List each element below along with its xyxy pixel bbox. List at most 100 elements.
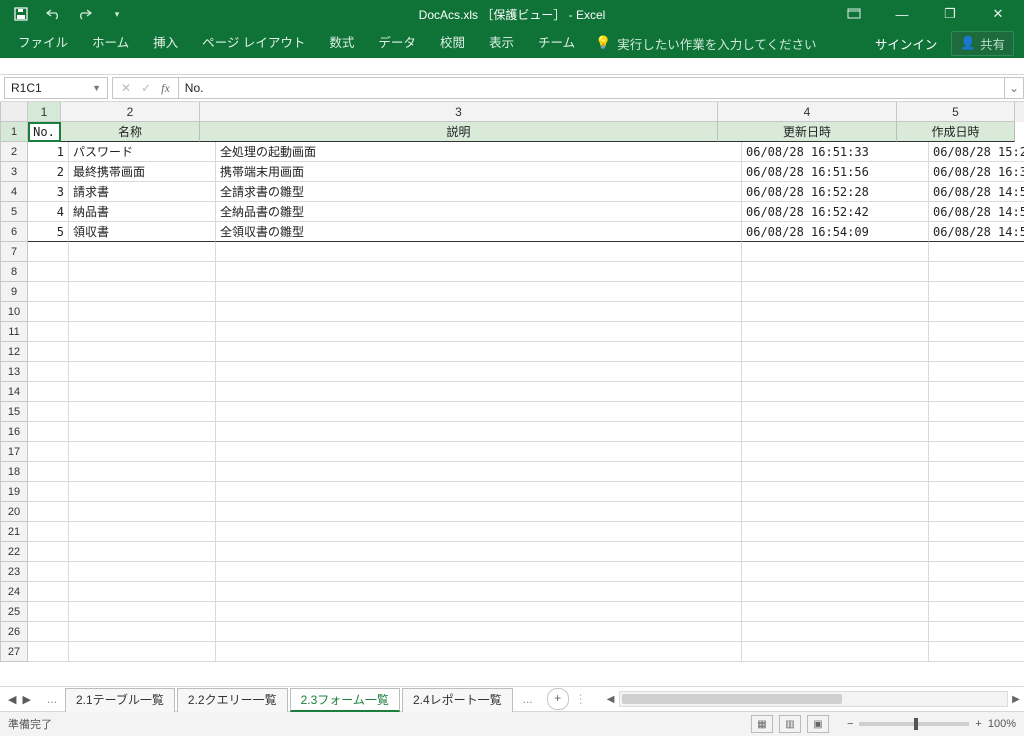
cell[interactable] (216, 542, 742, 562)
cell[interactable] (929, 282, 1024, 302)
cell[interactable]: 06/08/28 16:54:09 (742, 222, 929, 242)
cell[interactable] (69, 262, 216, 282)
cell[interactable] (929, 622, 1024, 642)
cell[interactable] (69, 502, 216, 522)
grid[interactable]: 12345 1No.名称説明更新日時作成日時21パスワード全処理の起動画面06/… (0, 102, 1024, 686)
row-header[interactable]: 25 (0, 602, 28, 622)
cell[interactable] (28, 282, 69, 302)
sheet-prev-icon[interactable]: ◀ (8, 693, 16, 706)
cell[interactable]: 06/08/28 14:54 (929, 182, 1024, 202)
cell[interactable] (69, 282, 216, 302)
cell[interactable]: 4 (28, 202, 69, 222)
zoom-slider[interactable] (859, 722, 969, 726)
row-header[interactable]: 10 (0, 302, 28, 322)
zoom-out-button[interactable]: − (847, 718, 853, 730)
cell[interactable]: 5 (28, 222, 69, 242)
tell-me-search[interactable]: 💡 実行したい作業を入力してください (595, 34, 816, 53)
cell[interactable] (28, 422, 69, 442)
cell[interactable] (69, 422, 216, 442)
row-header[interactable]: 17 (0, 442, 28, 462)
cell[interactable] (216, 482, 742, 502)
cell[interactable] (929, 602, 1024, 622)
row-header[interactable]: 20 (0, 502, 28, 522)
tab-data[interactable]: データ (366, 28, 428, 58)
row-header[interactable]: 22 (0, 542, 28, 562)
cell[interactable] (28, 342, 69, 362)
row-header[interactable]: 12 (0, 342, 28, 362)
cell[interactable] (28, 622, 69, 642)
new-sheet-button[interactable]: + (547, 688, 569, 710)
cell[interactable] (929, 562, 1024, 582)
cell[interactable] (28, 602, 69, 622)
save-icon[interactable] (10, 3, 32, 25)
cell[interactable] (216, 302, 742, 322)
cell[interactable] (28, 382, 69, 402)
cell[interactable] (929, 522, 1024, 542)
row-header[interactable]: 27 (0, 642, 28, 662)
cell[interactable] (69, 562, 216, 582)
cell[interactable] (216, 502, 742, 522)
cell[interactable] (69, 442, 216, 462)
cell[interactable]: 領収書 (69, 222, 216, 242)
row-header[interactable]: 19 (0, 482, 28, 502)
sheet-overflow-right[interactable]: ... (515, 692, 541, 706)
row-header[interactable]: 16 (0, 422, 28, 442)
cell[interactable] (28, 402, 69, 422)
cell[interactable] (929, 242, 1024, 262)
undo-icon[interactable] (42, 3, 64, 25)
cell[interactable] (216, 382, 742, 402)
hscroll-thumb[interactable] (622, 694, 842, 704)
cell[interactable] (929, 542, 1024, 562)
cell[interactable]: 全領収書の雛型 (216, 222, 742, 242)
cell[interactable]: 06/08/28 14:53 (929, 222, 1024, 242)
column-header[interactable]: 1 (28, 102, 61, 122)
sheet-tab[interactable]: 2.3フォーム一覧 (290, 688, 400, 712)
cell[interactable] (742, 562, 929, 582)
cell[interactable] (216, 342, 742, 362)
cell[interactable] (929, 422, 1024, 442)
tab-formulas[interactable]: 数式 (317, 28, 366, 58)
chevron-down-icon[interactable]: ▼ (92, 83, 101, 93)
header-cell[interactable]: No. (28, 122, 61, 142)
cell[interactable] (69, 602, 216, 622)
cell[interactable] (216, 582, 742, 602)
scroll-right-icon[interactable]: ▶ (1008, 694, 1024, 705)
qat-customize-icon[interactable]: ▾ (106, 3, 128, 25)
row-header[interactable]: 4 (0, 182, 28, 202)
formula-expand-icon[interactable]: ⌄ (1005, 77, 1024, 99)
header-cell[interactable]: 更新日時 (718, 122, 897, 142)
cell[interactable] (216, 562, 742, 582)
cell[interactable]: 06/08/28 16:52:28 (742, 182, 929, 202)
cell[interactable] (742, 542, 929, 562)
row-header[interactable]: 5 (0, 202, 28, 222)
cell[interactable] (929, 502, 1024, 522)
tab-review[interactable]: 校閲 (428, 28, 477, 58)
minimize-button[interactable]: — (882, 3, 922, 25)
header-cell[interactable]: 説明 (200, 122, 718, 142)
select-all-corner[interactable] (0, 102, 28, 122)
cell[interactable] (69, 542, 216, 562)
row-header[interactable]: 9 (0, 282, 28, 302)
cell[interactable]: 携帯端末用画面 (216, 162, 742, 182)
cell[interactable] (929, 382, 1024, 402)
cell[interactable] (742, 242, 929, 262)
cell[interactable]: 請求書 (69, 182, 216, 202)
zoom-level[interactable]: 100% (988, 718, 1016, 730)
cell[interactable] (742, 642, 929, 662)
page-layout-view-icon[interactable]: ▥ (779, 715, 801, 733)
cell[interactable] (742, 402, 929, 422)
cell[interactable] (28, 302, 69, 322)
cell[interactable] (742, 302, 929, 322)
cell[interactable] (216, 442, 742, 462)
tab-team[interactable]: チーム (526, 28, 587, 58)
cell[interactable] (929, 302, 1024, 322)
row-header[interactable]: 7 (0, 242, 28, 262)
cell[interactable] (742, 622, 929, 642)
cancel-icon[interactable]: ✕ (121, 81, 131, 95)
cell[interactable] (742, 482, 929, 502)
row-header[interactable]: 18 (0, 462, 28, 482)
tab-pagelayout[interactable]: ページ レイアウト (190, 28, 317, 58)
cell[interactable] (28, 642, 69, 662)
cell[interactable]: 06/08/28 16:51:33 (742, 142, 929, 162)
tab-split-handle[interactable]: ⋮ (569, 692, 593, 706)
